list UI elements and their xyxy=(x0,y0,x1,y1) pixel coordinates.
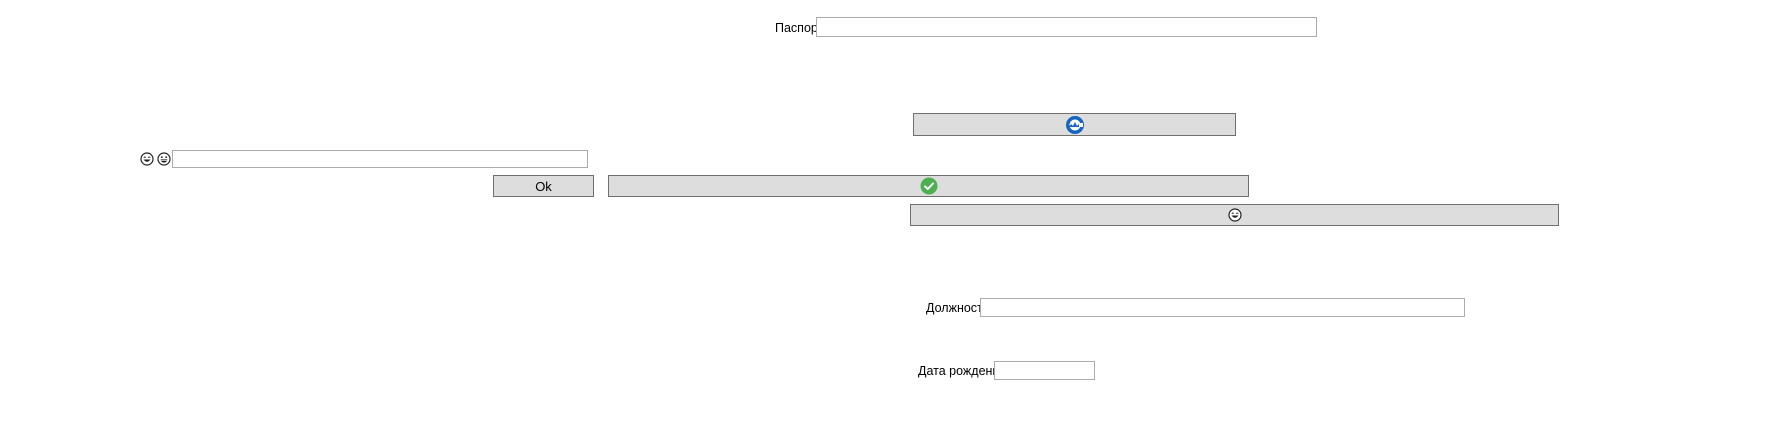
position-input[interactable] xyxy=(980,298,1465,317)
laughing-emoji-icon xyxy=(140,152,154,166)
emoji-text-input[interactable] xyxy=(172,150,588,168)
birth-date-input[interactable] xyxy=(994,361,1095,380)
grinning-emoji-icon xyxy=(157,152,171,166)
laughing-emoji-icon xyxy=(1227,208,1242,222)
green-check-icon xyxy=(920,177,938,195)
emoji-icon-button[interactable] xyxy=(910,204,1559,226)
form-window: Паспорт Ok Должность Дата рождения xyxy=(0,0,1766,439)
ok-button[interactable]: Ok xyxy=(493,175,594,197)
cloud-icon xyxy=(1065,115,1085,135)
check-icon-button[interactable] xyxy=(608,175,1249,197)
birth-date-label: Дата рождения xyxy=(918,364,1007,378)
passport-input[interactable] xyxy=(816,17,1317,37)
cloud-icon-button[interactable] xyxy=(913,113,1236,136)
